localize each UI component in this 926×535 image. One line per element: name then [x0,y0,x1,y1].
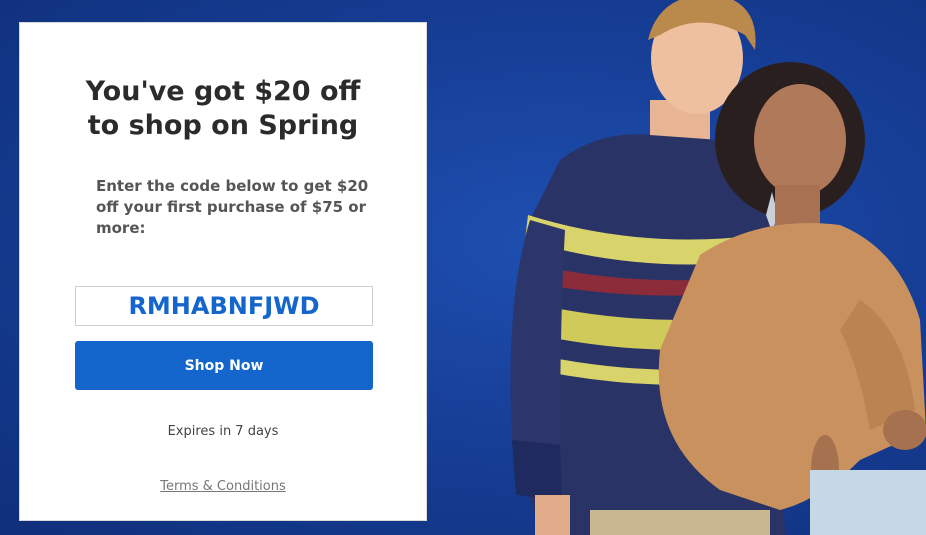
offer-card: You've got $20 off to shop on Spring Ent… [19,22,427,521]
terms-link[interactable]: Terms & Conditions [20,479,426,494]
headline-line-2: to shop on Spring [87,110,359,141]
headline-line-1: You've got $20 off [85,76,361,107]
offer-headline: You've got $20 off to shop on Spring [20,75,426,143]
shop-now-button[interactable]: Shop Now [75,341,373,390]
promo-code-box[interactable]: RMHABNFJWD [75,286,373,326]
offer-intro-text: Enter the code below to get $20 off your… [96,177,369,237]
expiry-text: Expires in 7 days [167,424,279,439]
